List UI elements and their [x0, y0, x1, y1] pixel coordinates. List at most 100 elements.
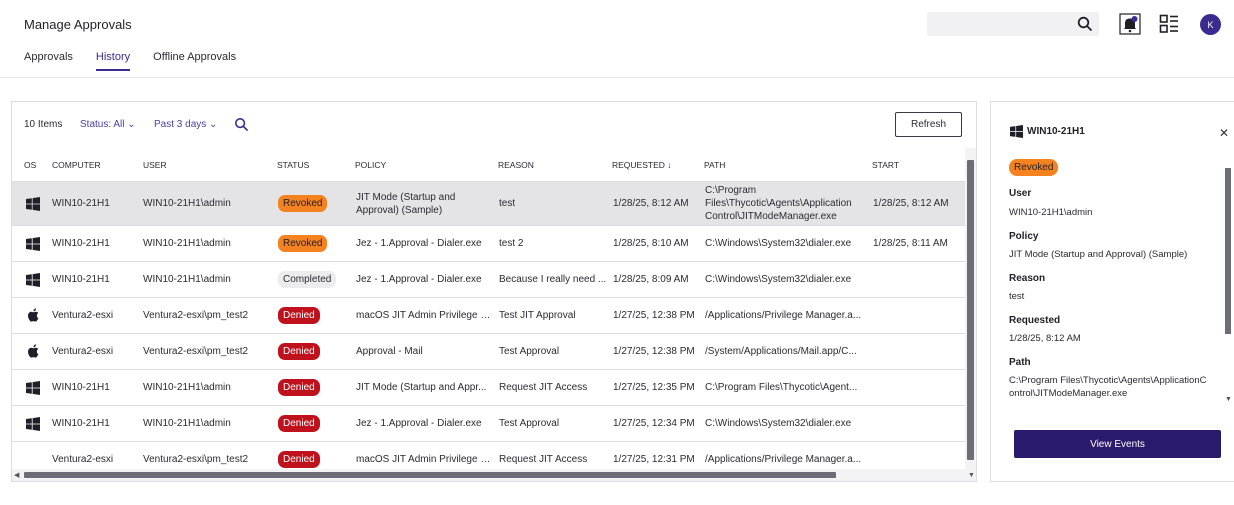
table-row[interactable]: WIN10-21H1 WIN10-21H1\admin Denied JIT M… — [12, 370, 965, 406]
windows-icon — [1010, 125, 1023, 138]
status-filter-dropdown[interactable]: Status: All ⌄ — [80, 119, 136, 130]
cell-computer: Ventura2-esxi — [52, 346, 114, 357]
column-header-computer[interactable]: COMPUTER — [52, 160, 101, 170]
grid-horizontal-scroll-thumb[interactable] — [24, 472, 836, 478]
scroll-down-arrow-icon[interactable]: ▼ — [1225, 396, 1232, 403]
detail-vertical-scroll-thumb[interactable] — [1225, 168, 1231, 334]
status-badge: Denied — [278, 379, 320, 396]
column-header-path[interactable]: PATH — [704, 160, 725, 170]
detail-label-reason: Reason — [1009, 273, 1046, 284]
cell-policy: Jez - 1.Approval - Dialer.exe — [356, 418, 482, 429]
detail-value-path: C:\Program Files\Thycotic\Agents\Applica… — [1009, 375, 1207, 399]
cell-user: Ventura2-esxi\pm_test2 — [143, 310, 249, 321]
refresh-button[interactable]: Refresh — [895, 112, 962, 137]
close-icon[interactable]: ✕ — [1219, 126, 1229, 140]
cell-user: WIN10-21H1\admin — [143, 238, 231, 249]
cell-requested: 1/27/25, 12:34 PM — [613, 418, 695, 429]
cell-reason: Test Approval — [499, 418, 560, 429]
bell-icon[interactable] — [1119, 13, 1141, 35]
chevron-down-icon: ⌄ — [209, 119, 218, 130]
search-icon[interactable] — [234, 117, 249, 132]
status-badge: Denied — [278, 307, 320, 324]
detail-label-policy: Policy — [1009, 231, 1039, 242]
column-header-policy[interactable]: POLICY — [355, 160, 386, 170]
cell-reason: Request JIT Access — [499, 454, 588, 465]
cell-user: WIN10-21H1\admin — [143, 382, 231, 393]
date-filter-dropdown[interactable]: Past 3 days ⌄ — [154, 119, 217, 130]
top-bar: Manage Approvals Approvals History Offli… — [0, 0, 1234, 78]
items-count: 10 Items — [24, 119, 63, 130]
column-header-requested[interactable]: REQUESTED ↓ — [612, 160, 672, 170]
column-header-user[interactable]: USER — [143, 160, 167, 170]
detail-title: WIN10-21H1 — [1027, 126, 1085, 137]
cell-computer: Ventura2-esxi — [52, 310, 114, 321]
cell-policy: JIT Mode (Startup and Appr... — [356, 382, 487, 393]
apps-menu-icon[interactable] — [1159, 14, 1179, 34]
detail-value-requested: 1/28/25, 8:12 AM — [1009, 333, 1081, 344]
scroll-left-arrow-icon[interactable]: ◀ — [14, 471, 19, 479]
cell-user: WIN10-21H1\admin — [143, 198, 231, 209]
cell-start: 1/28/25, 8:12 AM — [873, 198, 949, 209]
sort-descending-icon: ↓ — [667, 160, 672, 170]
cell-computer: WIN10-21H1 — [52, 274, 110, 285]
column-header-start[interactable]: START — [872, 160, 899, 170]
grid-vertical-scroll-thumb[interactable] — [967, 160, 974, 460]
tab-history[interactable]: History — [95, 51, 131, 71]
cell-reason: Because I really need ... — [499, 274, 607, 285]
detail-label-requested: Requested — [1009, 315, 1061, 326]
cell-computer: WIN10-21H1 — [52, 198, 110, 209]
cell-computer: WIN10-21H1 — [52, 382, 110, 393]
cell-requested: 1/27/25, 12:35 PM — [613, 382, 695, 393]
column-header-os[interactable]: OS — [24, 160, 36, 170]
table-row[interactable]: WIN10-21H1 WIN10-21H1\admin Denied Jez -… — [12, 406, 965, 442]
table-row[interactable]: WIN10-21H1 WIN10-21H1\admin Revoked JIT … — [12, 182, 965, 226]
detail-label-path: Path — [1009, 357, 1031, 368]
apple-icon — [28, 308, 39, 322]
page-title: Manage Approvals — [24, 17, 132, 32]
grid-toolbar: 10 Items Status: All ⌄ Past 3 days ⌄ Ref… — [12, 102, 976, 148]
cell-requested: 1/28/25, 8:12 AM — [613, 198, 689, 209]
chevron-down-icon: ⌄ — [127, 119, 136, 130]
cell-user: WIN10-21H1\admin — [143, 274, 231, 285]
status-badge: Denied — [278, 451, 320, 468]
cell-requested: 1/27/25, 12:38 PM — [613, 346, 695, 357]
detail-value-user: WIN10-21H1\admin — [1009, 207, 1093, 218]
cell-policy: Jez - 1.Approval - Dialer.exe — [356, 238, 482, 249]
search-icon[interactable] — [1077, 16, 1093, 32]
table-header: OS COMPUTER USER STATUS POLICY REASON RE… — [12, 148, 976, 182]
global-search — [927, 12, 1099, 36]
avatar[interactable]: K — [1200, 14, 1221, 35]
table-row[interactable]: WIN10-21H1 WIN10-21H1\admin Completed Je… — [12, 262, 965, 298]
cell-requested: 1/27/25, 12:31 PM — [613, 454, 695, 465]
global-search-input[interactable] — [927, 12, 1067, 36]
cell-start: 1/28/25, 8:11 AM — [873, 238, 948, 249]
grid-vertical-scrollbar[interactable]: ▼ — [965, 148, 976, 481]
table-row[interactable]: Ventura2-esxi Ventura2-esxi\pm_test2 Den… — [12, 334, 965, 370]
cell-path: /System/Applications/Mail.app/C... — [705, 346, 857, 357]
cell-computer: WIN10-21H1 — [52, 238, 110, 249]
table-row[interactable]: WIN10-21H1 WIN10-21H1\admin Revoked Jez … — [12, 226, 965, 262]
cell-computer: WIN10-21H1 — [52, 418, 110, 429]
cell-policy: Jez - 1.Approval - Dialer.exe — [356, 274, 482, 285]
date-filter-label: Past 3 days — [154, 119, 207, 130]
cell-reason: Test JIT Approval — [499, 310, 576, 321]
detail-vertical-scrollbar[interactable]: ▼ — [1225, 168, 1232, 408]
cell-policy: JIT Mode (Startup and Approval) (Sample) — [356, 192, 456, 216]
cell-reason: Request JIT Access — [499, 382, 588, 393]
scroll-down-arrow-icon[interactable]: ▼ — [968, 472, 975, 479]
cell-path: /Applications/Privilege Manager.a... — [705, 310, 862, 321]
status-badge: Revoked — [278, 195, 328, 212]
column-header-status[interactable]: STATUS — [277, 160, 309, 170]
table-row[interactable]: Ventura2-esxi Ventura2-esxi\pm_test2 Den… — [12, 298, 965, 334]
tab-offline-approvals[interactable]: Offline Approvals — [153, 51, 236, 71]
column-header-reason[interactable]: REASON — [498, 160, 534, 170]
windows-icon — [26, 417, 40, 431]
tab-bar: Approvals History Offline Approvals — [24, 51, 259, 71]
grid-horizontal-scrollbar[interactable]: ◀ — [12, 469, 965, 481]
detail-value-policy: JIT Mode (Startup and Approval) (Sample) — [1009, 249, 1188, 260]
view-events-button[interactable]: View Events — [1014, 430, 1221, 458]
cell-path: C:\Windows\System32\dialer.exe — [705, 418, 852, 429]
apple-icon — [28, 344, 39, 358]
cell-reason: test — [499, 198, 516, 209]
tab-approvals[interactable]: Approvals — [24, 51, 73, 71]
